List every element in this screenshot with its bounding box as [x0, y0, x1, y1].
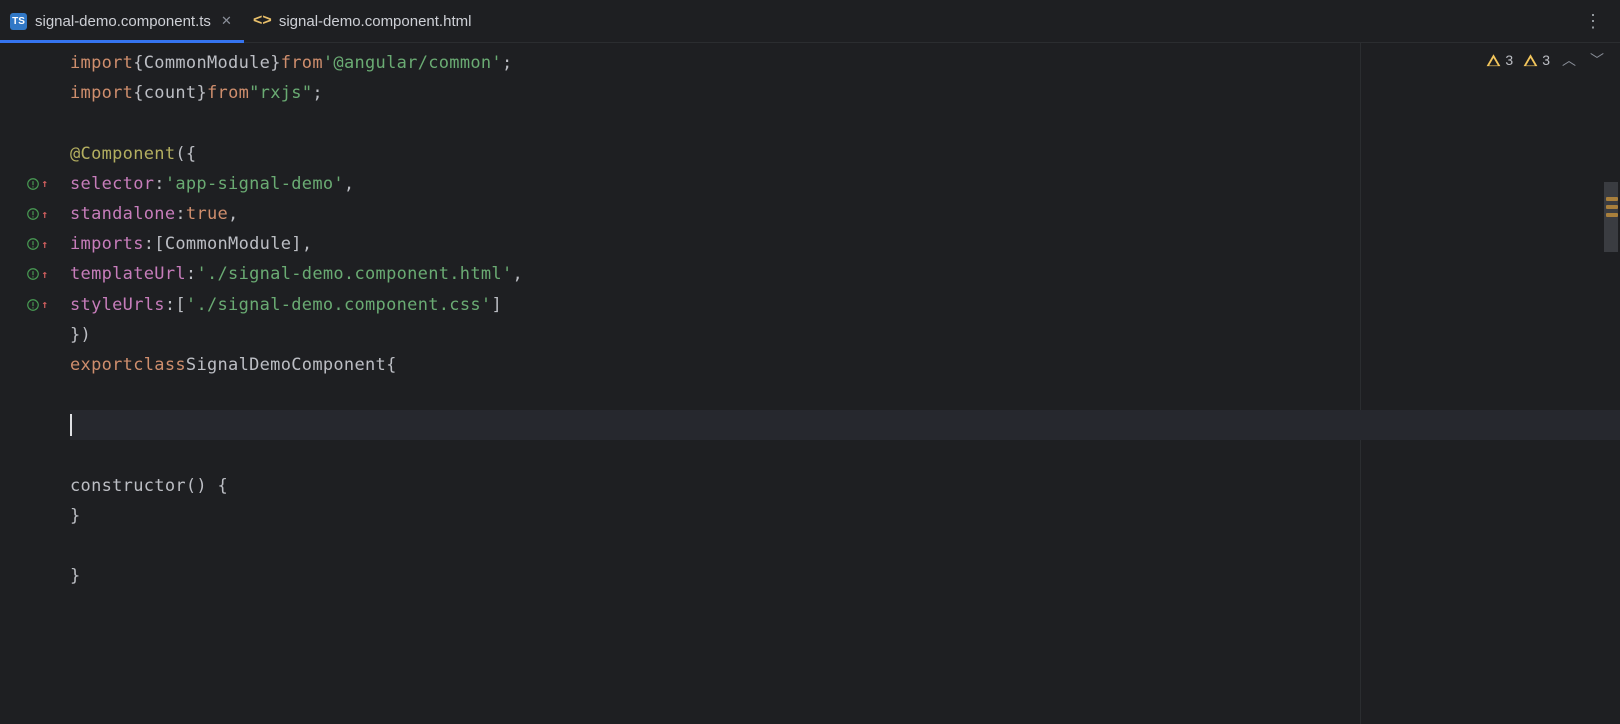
warning-marker[interactable]	[1606, 205, 1618, 209]
error-stripe[interactable]	[1604, 87, 1618, 724]
code-line[interactable]: standalone: true,	[70, 199, 1620, 229]
close-icon[interactable]: ✕	[221, 13, 232, 29]
code-line[interactable]	[70, 108, 1620, 138]
code-line[interactable]: export class SignalDemoComponent {	[70, 350, 1620, 380]
usage-nav-icon[interactable]: ↑	[26, 298, 48, 312]
code-line[interactable]	[70, 440, 1620, 470]
code-line[interactable]: templateUrl: './signal-demo.component.ht…	[70, 259, 1620, 289]
code-line[interactable]: imports: [CommonModule],	[70, 229, 1620, 259]
html-file-icon: <>	[254, 13, 271, 30]
code-line[interactable]: styleUrls: ['./signal-demo.component.css…	[70, 290, 1620, 320]
code-line[interactable]	[70, 531, 1620, 561]
warning-marker[interactable]	[1606, 197, 1618, 201]
editor-gutter[interactable]: ↑ ↑ ↑ ↑ ↑	[0, 43, 70, 724]
text-caret	[70, 414, 72, 436]
warning-marker[interactable]	[1606, 213, 1618, 217]
code-line[interactable]: @Component({	[70, 139, 1620, 169]
code-line[interactable]: import {count} from "rxjs";	[70, 78, 1620, 108]
code-line[interactable]	[70, 380, 1620, 410]
tab-label: signal-demo.component.html	[279, 13, 472, 30]
code-line-current[interactable]	[70, 410, 1620, 440]
code-line[interactable]: import {CommonModule} from '@angular/com…	[70, 48, 1620, 78]
code-line[interactable]: })	[70, 320, 1620, 350]
code-line[interactable]: }	[70, 501, 1620, 531]
code-line[interactable]: }	[70, 561, 1620, 591]
tab-signal-demo-html[interactable]: <> signal-demo.component.html	[244, 0, 484, 42]
code-editor[interactable]: ↑ ↑ ↑ ↑ ↑ import {CommonModule} from '@a…	[0, 43, 1620, 724]
usage-nav-icon[interactable]: ↑	[26, 177, 48, 191]
scrollbar-thumb[interactable]	[1604, 182, 1618, 252]
code-line[interactable]: constructor() {	[70, 471, 1620, 501]
usage-nav-icon[interactable]: ↑	[26, 237, 48, 251]
usage-nav-icon[interactable]: ↑	[26, 207, 48, 221]
code-line[interactable]: selector: 'app-signal-demo',	[70, 169, 1620, 199]
tab-label: signal-demo.component.ts	[35, 13, 211, 30]
typescript-file-icon: TS	[10, 13, 27, 30]
tab-options-menu-icon[interactable]: ⋮	[1566, 11, 1620, 32]
tab-signal-demo-ts[interactable]: TS signal-demo.component.ts ✕	[0, 0, 244, 42]
usage-nav-icon[interactable]: ↑	[26, 267, 48, 281]
editor-tabs-bar: TS signal-demo.component.ts ✕ <> signal-…	[0, 0, 1620, 43]
code-area[interactable]: import {CommonModule} from '@angular/com…	[70, 43, 1620, 724]
